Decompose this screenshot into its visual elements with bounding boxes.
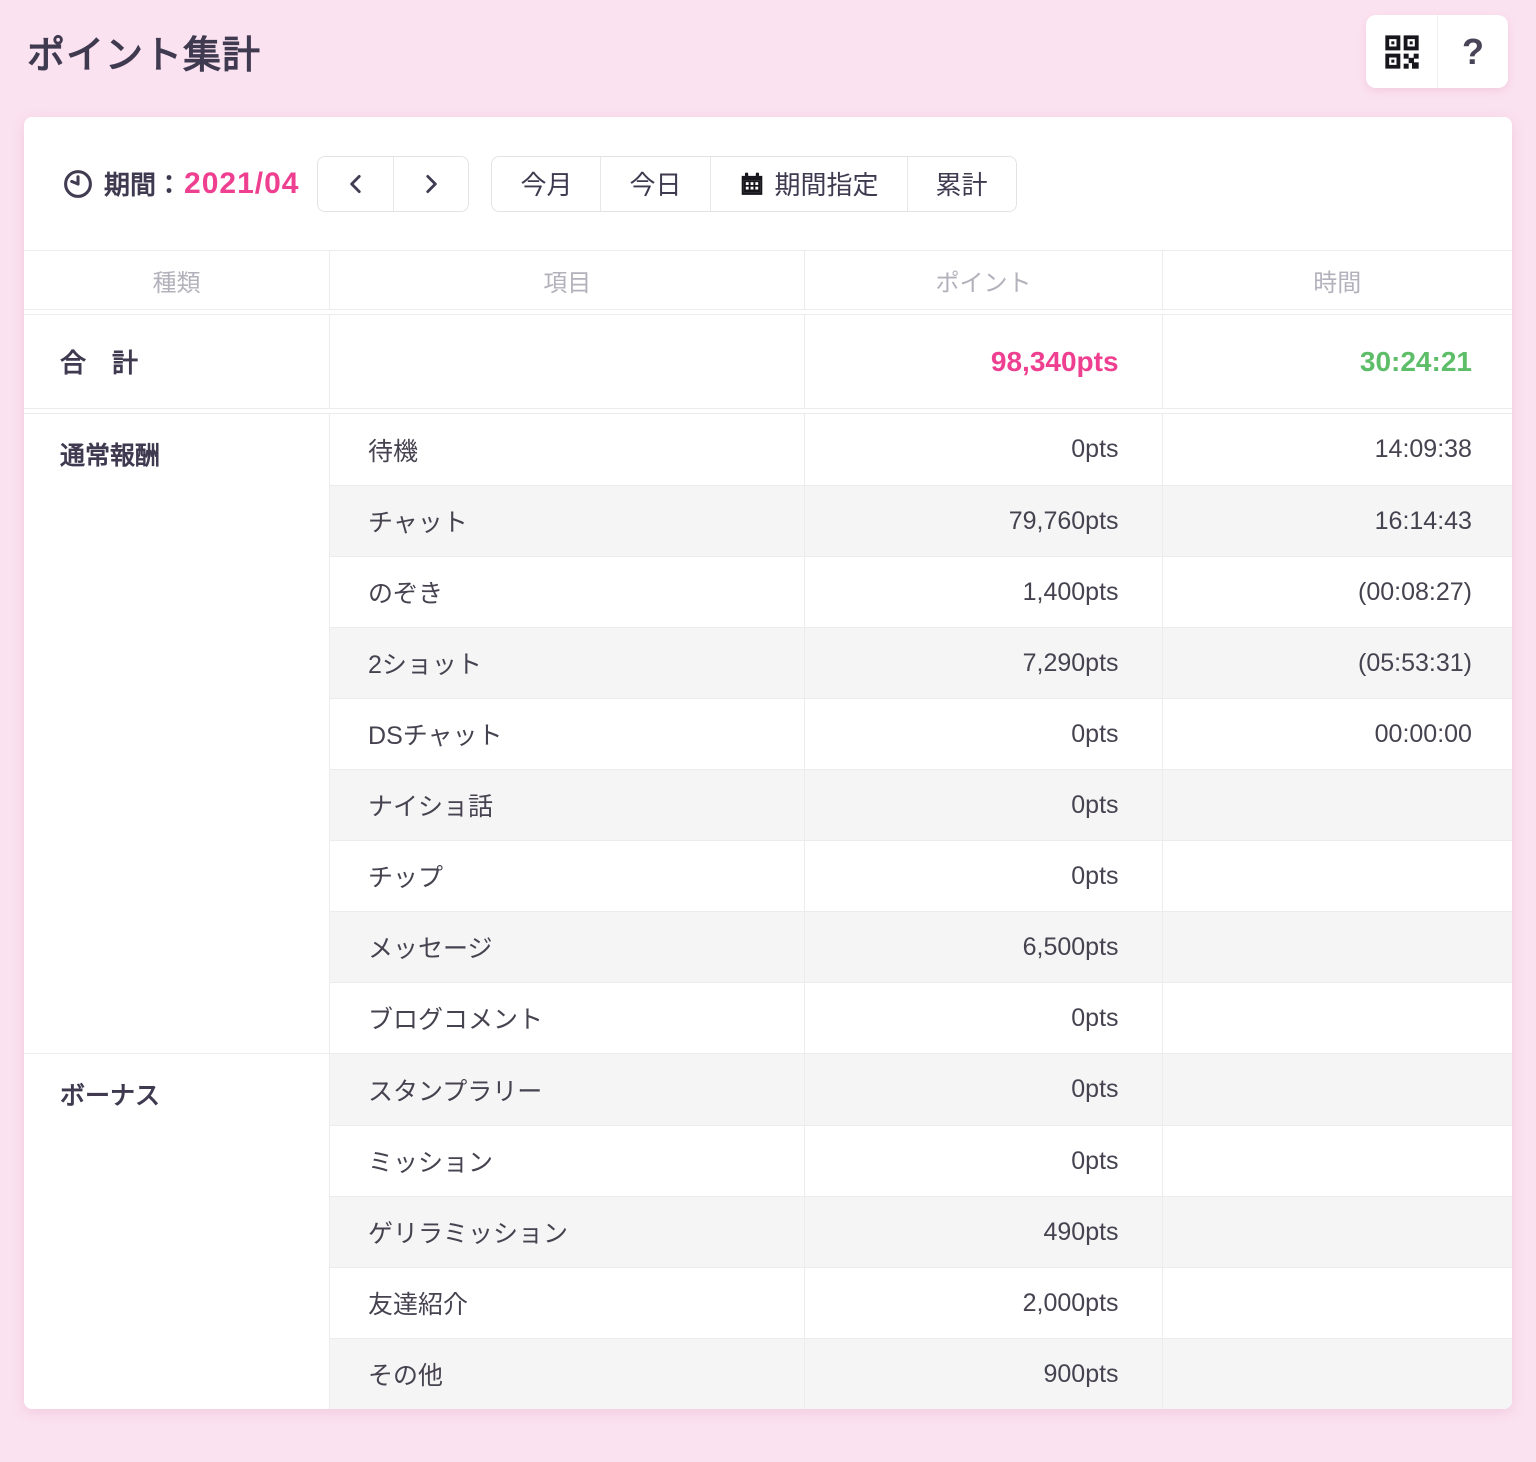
column-header-time: 時間 [1162,251,1512,309]
row-item: のぞき [329,556,804,627]
date-range-label: 期間指定 [775,165,879,202]
period-bar: 期間： 2021/04 今月 今日 [24,117,1512,250]
row-points: 900pts [804,1338,1161,1409]
row-item: メッセージ [329,911,804,982]
row-points: 0pts [804,840,1161,911]
page-title: ポイント集計 [27,24,261,79]
row-points: 0pts [804,1054,1161,1125]
table-header: 種類 項目 ポイント 時間 [24,250,1512,310]
row-points: 1,400pts [804,556,1161,627]
column-header-item: 項目 [329,251,804,309]
row-points: 490pts [804,1196,1161,1267]
row-time: 14:09:38 [1162,414,1512,485]
question-mark-icon: ? [1462,31,1484,73]
column-header-points: ポイント [804,251,1161,309]
row-time [1162,1196,1512,1267]
row-item: DSチャット [329,698,804,769]
row-item: 2ショット [329,627,804,698]
period-value: 2021/04 [184,167,299,201]
total-spacer [329,315,804,408]
row-points: 0pts [804,769,1161,840]
date-range-button[interactable]: 期間指定 [710,157,907,211]
table-body: 通常報酬待機0pts14:09:38チャット79,760pts16:14:43の… [24,413,1512,1409]
row-time [1162,1338,1512,1409]
row-points: 0pts [804,1125,1161,1196]
category-cell: ボーナス [24,1054,329,1409]
row-points: 0pts [804,982,1161,1053]
row-time: (00:08:27) [1162,556,1512,627]
total-points: 98,340pts [804,315,1161,408]
next-month-button[interactable] [393,157,468,211]
qr-code-button[interactable] [1366,15,1437,88]
row-item: チャット [329,485,804,556]
qr-code-icon [1382,32,1422,72]
cumulative-label: 累計 [936,165,988,202]
period-range-group: 今月 今日 [491,156,1016,212]
row-item: ゲリラミッション [329,1196,804,1267]
period-nav-group [317,156,469,212]
cumulative-button[interactable]: 累計 [907,157,1016,211]
table-section: 通常報酬待機0pts14:09:38チャット79,760pts16:14:43の… [24,413,1512,1053]
row-time [1162,1054,1512,1125]
this-month-button[interactable]: 今月 [492,157,600,211]
row-time [1162,911,1512,982]
calendar-icon [739,171,765,197]
points-table: 種類 項目 ポイント 時間 合 計 98,340pts 30:24:21 通常報… [24,250,1512,1409]
category-cell: 通常報酬 [24,414,329,1053]
row-item: 待機 [329,414,804,485]
chevron-right-icon [418,171,444,197]
top-bar: ポイント集計 ? [0,0,1536,103]
row-item: スタンプラリー [329,1054,804,1125]
row-points: 6,500pts [804,911,1161,982]
today-label: 今日 [629,165,681,202]
row-time: 00:00:00 [1162,698,1512,769]
period-label: 期間： [104,165,182,202]
row-item: ナイショ話 [329,769,804,840]
row-item: その他 [329,1338,804,1409]
clock-icon [62,168,94,200]
total-time: 30:24:21 [1162,315,1512,408]
row-time [1162,982,1512,1053]
row-time [1162,1267,1512,1338]
row-time [1162,769,1512,840]
row-time [1162,1125,1512,1196]
row-time: (05:53:31) [1162,627,1512,698]
row-points: 2,000pts [804,1267,1161,1338]
row-points: 7,290pts [804,627,1161,698]
row-time: 16:14:43 [1162,485,1512,556]
total-label: 合 計 [24,315,329,408]
chevron-left-icon [343,171,369,197]
summary-card: 期間： 2021/04 今月 今日 [24,117,1512,1409]
row-item: ブログコメント [329,982,804,1053]
header-actions: ? [1366,15,1508,88]
row-points: 0pts [804,414,1161,485]
row-points: 0pts [804,698,1161,769]
help-button[interactable]: ? [1437,15,1508,88]
table-section: ボーナススタンプラリー0ptsミッション0ptsゲリラミッション490pts友達… [24,1053,1512,1409]
row-item: チップ [329,840,804,911]
prev-month-button[interactable] [318,157,393,211]
row-item: 友達紹介 [329,1267,804,1338]
total-row: 合 計 98,340pts 30:24:21 [24,314,1512,409]
column-header-type: 種類 [24,251,329,309]
today-button[interactable]: 今日 [600,157,709,211]
row-item: ミッション [329,1125,804,1196]
this-month-label: 今月 [520,165,572,202]
row-points: 79,760pts [804,485,1161,556]
row-time [1162,840,1512,911]
